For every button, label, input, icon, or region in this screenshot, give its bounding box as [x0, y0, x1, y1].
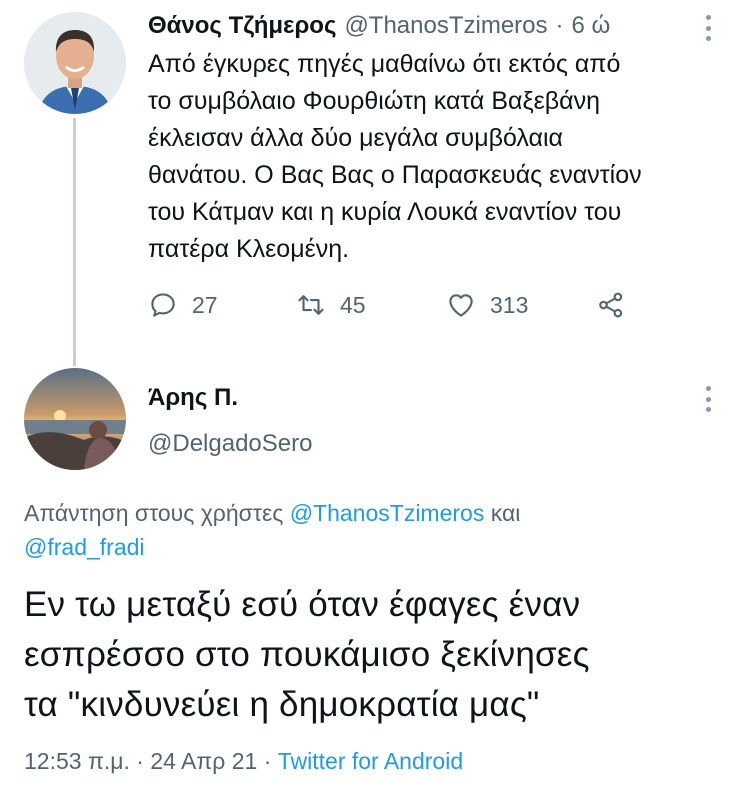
parent-text-line: έκλεισαν άλλα δύο μεγάλα συμβόλαια: [148, 124, 564, 152]
parent-text-line: του Κάτμαν και η κυρία Λουκά εναντίον το…: [148, 198, 622, 226]
reply-avatar[interactable]: [24, 368, 126, 470]
retweet-icon: [298, 295, 324, 315]
share-action[interactable]: [596, 290, 626, 320]
heart-icon: [449, 294, 473, 317]
replying-to-prefix: Απάντηση στους χρήστες: [24, 500, 284, 526]
replying-to: Απάντηση στους χρήστες @ThanosTzimeros κ…: [24, 496, 724, 564]
parent-text-line: θανάτου. Ο Βας Βας ο Παρασκευάς εναντίον: [148, 161, 642, 189]
tweet-date[interactable]: 24 Απρ 21: [150, 748, 257, 774]
reply-author-handle[interactable]: @DelgadoSero: [148, 430, 312, 458]
reply-author-name[interactable]: Άρης Π.: [148, 384, 238, 412]
meta-separator: ·: [263, 748, 272, 774]
parent-text-line: Από έγκυρες πηγές μαθαίνω ότι εκτός από: [148, 50, 621, 78]
header-separator: ·: [555, 12, 564, 39]
parent-avatar[interactable]: [24, 12, 126, 114]
parent-text-line: πατέρα Κλεομένη.: [148, 235, 350, 263]
tweet-source-link[interactable]: Twitter for Android: [278, 748, 463, 774]
parent-text-line: το συμβόλαιο Φουρθιώτη κατά Βαξεβάνη: [148, 87, 601, 115]
tweet-metadata: 12:53 π.μ. · 24 Απρ 21 · Twitter for And…: [24, 748, 463, 775]
parent-tweet-text: Από έγκυρες πηγές μαθαίνω ότι εκτός από …: [148, 46, 728, 268]
retweet-count: 45: [340, 291, 366, 318]
share-icon: [599, 292, 623, 318]
reply-tweet-text: Εν τω μεταξύ εσύ όταν έφαγες έναν εσπρέσ…: [24, 580, 740, 730]
tweet-time[interactable]: 12:53 π.μ.: [24, 748, 130, 774]
parent-author-handle[interactable]: @ThanosTzimeros: [344, 12, 547, 40]
parent-time-ago[interactable]: 6 ώ: [572, 12, 611, 40]
parent-more-options-icon[interactable]: [702, 15, 714, 41]
like-count: 313: [490, 291, 529, 318]
parent-avatar-image: [24, 12, 126, 114]
reply-count: 27: [192, 291, 218, 318]
reply-text-line: τα "κινδυνεύει η δημοκρατία μας": [24, 685, 540, 724]
replying-to-user-link[interactable]: @frad_fradi: [24, 534, 145, 560]
meta-separator: ·: [136, 748, 144, 774]
reply-icon: [151, 293, 175, 317]
reply-text-line: Εν τω μεταξύ εσύ όταν έφαγες έναν: [24, 585, 581, 624]
like-action[interactable]: 313: [446, 290, 528, 320]
reply-more-options-icon[interactable]: [702, 386, 714, 412]
retweet-action[interactable]: 45: [296, 290, 366, 320]
parent-tweet-header: Θάνος Τζήμερος @ThanosTzimeros · 6 ώ: [148, 12, 610, 40]
reply-action[interactable]: 27: [148, 290, 218, 320]
replying-to-user-link[interactable]: @ThanosTzimeros: [290, 500, 485, 526]
parent-author-name[interactable]: Θάνος Τζήμερος: [148, 12, 336, 40]
reply-text-line: εσπρέσσο στο πουκάμισο ξεκίνησες: [24, 635, 590, 674]
replying-to-conjunction: και: [490, 500, 521, 526]
thread-connector-line: [73, 118, 76, 366]
reply-avatar-image: [24, 368, 126, 470]
